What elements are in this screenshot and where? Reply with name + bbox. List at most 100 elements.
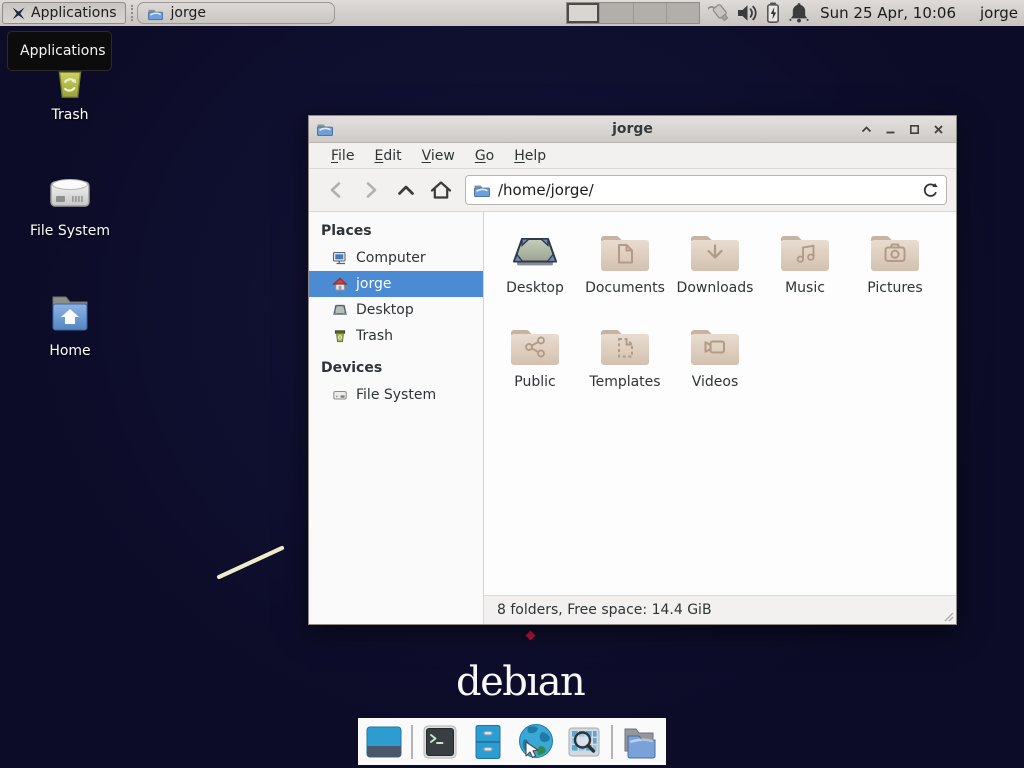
location-path-text[interactable]: /home/jorge/: [498, 181, 594, 199]
file-item-desktop[interactable]: Desktop: [491, 225, 579, 319]
folder-videos-icon: [671, 319, 759, 372]
folder-downloads-icon: [671, 225, 759, 278]
up-button[interactable]: [388, 174, 423, 206]
window-folder-icon: [316, 121, 334, 137]
pathbar-folder-icon: [473, 182, 491, 198]
file-item-documents[interactable]: Documents: [581, 225, 669, 319]
terminal-icon: [420, 722, 460, 762]
taskbar-button-label: jorge: [171, 5, 206, 21]
folder-pictures-icon: [851, 225, 939, 278]
wordmark-part1: deb: [456, 659, 526, 705]
menu-help[interactable]: Help: [504, 145, 556, 167]
window-title: jorge: [612, 121, 653, 137]
desktop-icon-file-system[interactable]: File System: [15, 170, 125, 239]
web-browser-globe-icon: [515, 721, 557, 763]
drive-icon: [332, 387, 348, 403]
taskbar-button-jorge[interactable]: jorge: [137, 2, 335, 24]
window-controls: [859, 122, 956, 137]
sidebar-item-trash[interactable]: Trash: [309, 323, 483, 349]
wordmark-part2: an: [538, 659, 585, 705]
network-icon[interactable]: [708, 1, 734, 25]
minimize-button[interactable]: [883, 122, 898, 137]
main-column: Desktop Documents: [484, 212, 956, 624]
workspace-1[interactable]: [567, 3, 600, 23]
workspace-switcher: [566, 2, 700, 24]
workspace-4[interactable]: [667, 3, 699, 23]
menu-go[interactable]: Go: [465, 145, 504, 167]
close-button[interactable]: [931, 122, 946, 137]
directory-menu-folder-icon: [619, 722, 661, 762]
file-item-label: Desktop: [491, 280, 579, 296]
file-item-music[interactable]: Music: [761, 225, 849, 319]
app-finder-icon: [564, 722, 604, 762]
sidebar-item-label: Computer: [356, 250, 426, 266]
terminal-launcher[interactable]: [419, 721, 461, 763]
dock-separator: [611, 725, 613, 759]
show-desktop-icon: [364, 722, 404, 762]
forward-button[interactable]: [353, 174, 388, 206]
tooltip-text: Applications: [20, 43, 106, 59]
home-button[interactable]: [423, 174, 458, 206]
menu-view[interactable]: View: [412, 145, 465, 167]
maximize-button[interactable]: [907, 122, 922, 137]
workspace-2[interactable]: [600, 3, 633, 23]
toolbar: /home/jorge/: [309, 169, 956, 212]
file-item-pictures[interactable]: Pictures: [851, 225, 939, 319]
location-bar[interactable]: /home/jorge/: [465, 175, 947, 205]
workspace-3[interactable]: [634, 3, 667, 23]
debian-wordmark: debıan: [456, 658, 584, 706]
file-item-downloads[interactable]: Downloads: [671, 225, 759, 319]
debian-red-dot: [526, 631, 536, 641]
side-pane: Places Computer jorge: [309, 212, 484, 624]
show-desktop-button[interactable]: [363, 721, 405, 763]
app-finder-launcher[interactable]: [563, 721, 605, 763]
battery-icon[interactable]: [760, 1, 786, 25]
window-content: Places Computer jorge: [309, 212, 956, 624]
reload-button[interactable]: [921, 181, 939, 199]
desktop-icon: [332, 302, 348, 318]
sidebar-item-computer[interactable]: Computer: [309, 245, 483, 271]
file-item-label: Videos: [671, 374, 759, 390]
sidebar-item-file-system[interactable]: File System: [309, 382, 483, 408]
file-item-videos[interactable]: Videos: [671, 319, 759, 413]
resize-grip[interactable]: [942, 610, 954, 622]
desktop-icon-label: File System: [15, 223, 125, 239]
statusbar: 8 folders, Free space: 14.4 GiB: [484, 595, 956, 624]
desktop-icon-label: Trash: [15, 107, 125, 123]
panel-clock[interactable]: Sun 25 Apr, 10:06: [820, 4, 956, 22]
system-tray: [708, 1, 812, 25]
directory-menu-launcher[interactable]: [619, 721, 661, 763]
sidebar-item-label: Trash: [356, 328, 393, 344]
panel-handle[interactable]: [131, 5, 133, 21]
file-item-label: Templates: [581, 374, 669, 390]
desktop-icon-home[interactable]: Home: [15, 290, 125, 359]
sidebar-item-desktop[interactable]: Desktop: [309, 297, 483, 323]
applications-menu-button[interactable]: Applications: [2, 2, 126, 24]
shade-button[interactable]: [859, 122, 874, 137]
computer-icon: [332, 250, 348, 266]
desktop-special-icon: [491, 225, 579, 278]
file-view[interactable]: Desktop Documents: [484, 212, 956, 595]
web-browser-launcher[interactable]: [515, 721, 557, 763]
back-button[interactable]: [318, 174, 353, 206]
panel-user-action[interactable]: jorge: [980, 4, 1018, 22]
applications-tooltip: Applications: [7, 31, 112, 71]
file-item-label: Pictures: [851, 280, 939, 296]
notifications-bell-icon[interactable]: [786, 1, 812, 25]
file-item-public[interactable]: Public: [491, 319, 579, 413]
sidebar-item-jorge[interactable]: jorge: [309, 271, 483, 297]
menu-edit[interactable]: Edit: [364, 145, 411, 167]
file-cabinet-launcher[interactable]: [467, 721, 509, 763]
devices-header: Devices: [309, 353, 483, 382]
trash-icon: [332, 328, 348, 344]
volume-icon[interactable]: [734, 1, 760, 25]
bottom-dock: [358, 718, 666, 765]
titlebar[interactable]: jorge: [309, 116, 956, 143]
file-item-label: Documents: [581, 280, 669, 296]
file-item-templates[interactable]: Templates: [581, 319, 669, 413]
sidebar-item-label: File System: [356, 387, 436, 403]
desktop-icon-label: Home: [15, 343, 125, 359]
menu-file[interactable]: File: [321, 145, 364, 167]
places-header: Places: [309, 216, 483, 245]
file-item-label: Downloads: [671, 280, 759, 296]
